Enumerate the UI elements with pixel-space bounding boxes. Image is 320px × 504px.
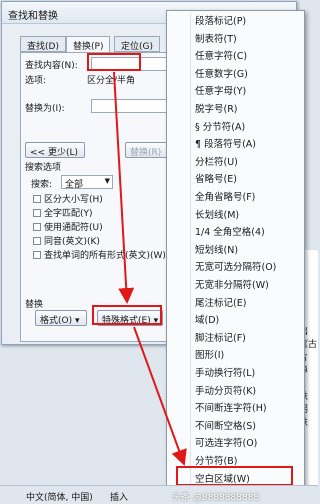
sounds-like-checkbox[interactable]: 同音(英文)(K)	[33, 234, 100, 247]
menu-item[interactable]: 可选连字符(O)	[195, 435, 303, 452]
menu-item[interactable]: 短划线(N)	[195, 242, 303, 259]
menu-item[interactable]: 任意字符(C)	[195, 48, 303, 65]
format-button[interactable]: 格式(O) ▾	[35, 310, 87, 326]
sounds-like-label: 同音(英文)(K)	[44, 237, 100, 247]
menu-item[interactable]: 不间断连字符(H)	[195, 400, 303, 417]
menu-item[interactable]: 分栏符(U)	[195, 154, 303, 171]
status-bar: 中文(简体, 中国) 插入 头条 @8888888888	[0, 485, 318, 504]
menu-item[interactable]: 无宽非分隔符(W)	[195, 277, 303, 294]
chevron-down-icon: ▼	[104, 177, 110, 185]
tab-find[interactable]: 查找(D)	[20, 36, 66, 52]
language-status[interactable]: 中文(简体, 中国)	[26, 490, 93, 503]
menu-item[interactable]: 尾注标记(E)	[195, 295, 303, 312]
options-label: 选项:	[25, 76, 47, 86]
replace-section-title: 替换	[25, 300, 44, 310]
menu-item[interactable]: § 分节符(A)	[195, 119, 303, 136]
menu-item[interactable]: 手动换行符(L)	[195, 365, 303, 382]
tab-goto[interactable]: 定位(G)	[114, 36, 160, 52]
menu-item[interactable]: 全角省略号(F)	[195, 189, 303, 206]
menu-item[interactable]: 无宽可选分隔符(O)	[195, 259, 303, 276]
find-input-highlight	[87, 53, 141, 71]
search-direction-select[interactable]: 全部 ▼	[61, 175, 113, 190]
menu-item[interactable]: ¶ 段落符号(A)	[195, 136, 303, 153]
menu-item[interactable]: 不间断空格(S)	[195, 418, 303, 435]
menu-item[interactable]: 长划线(M)	[195, 207, 303, 224]
menu-item[interactable]: 域(D)	[195, 312, 303, 329]
menu-item[interactable]: 任意字母(Y)	[195, 83, 303, 100]
less-button[interactable]: << 更少(L)	[25, 142, 85, 158]
menu-item[interactable]: 段落标记(P)	[195, 13, 303, 30]
special-format-highlight	[92, 305, 162, 325]
section-break-highlight	[176, 466, 293, 486]
menu-item[interactable]: 图形(I)	[195, 347, 303, 364]
menu-item[interactable]: 脚注标记(F)	[195, 330, 303, 347]
special-format-menu: 段落标记(P) 制表符(T) 任意字符(C) 任意数字(G) 任意字母(Y) 脱字号(R)…	[166, 10, 305, 504]
search-options-title: 搜索选项	[25, 163, 62, 173]
match-case-checkbox[interactable]: 区分大小写(H)	[33, 192, 103, 205]
replace-label: 替换为(I):	[25, 104, 65, 114]
menu-gutter	[190, 13, 191, 501]
all-word-forms-label: 查找单词的所有形式(英文)(W)	[44, 251, 166, 261]
search-label: 搜索:	[31, 180, 53, 190]
all-word-forms-checkbox[interactable]: 查找单词的所有形式(英文)(W)	[33, 248, 166, 261]
tab-replace[interactable]: 替换(P)	[66, 36, 111, 53]
options-value: 区分全/半角	[87, 76, 136, 86]
menu-item[interactable]: 省略号(E)	[195, 171, 303, 188]
menu-item[interactable]: 1/4 全角空格(4)	[195, 224, 303, 241]
menu-item[interactable]: 任意数字(G)	[195, 66, 303, 83]
wildcards-label: 使用通配符(U)	[44, 223, 103, 233]
insert-mode-status[interactable]: 插入	[110, 490, 128, 503]
wildcards-checkbox[interactable]: 使用通配符(U)	[33, 220, 103, 233]
watermark: 头条 @8888888888	[172, 493, 260, 503]
menu-item[interactable]: 脱字号(R)	[195, 101, 303, 118]
whole-word-label: 全字匹配(Y)	[44, 209, 93, 219]
match-case-label: 区分大小写(H)	[44, 195, 103, 205]
menu-item[interactable]: 手动分页符(K)	[195, 383, 303, 400]
whole-word-checkbox[interactable]: 全字匹配(Y)	[33, 206, 93, 219]
search-direction-value: 全部	[65, 180, 84, 190]
menu-item[interactable]: 制表符(T)	[195, 31, 303, 48]
find-label: 查找内容(N):	[25, 61, 78, 71]
